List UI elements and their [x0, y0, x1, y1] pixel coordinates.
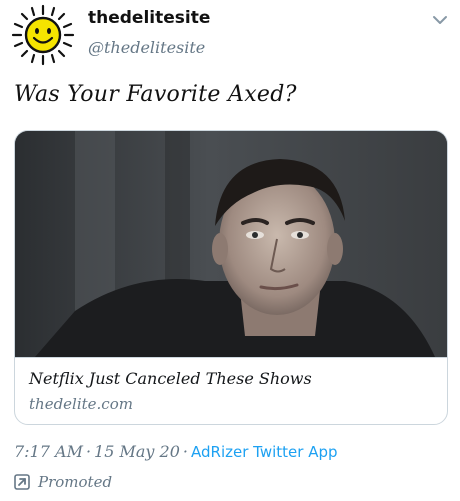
card-divider: [15, 357, 447, 358]
card-image[interactable]: [15, 131, 447, 357]
chevron-down-icon: [433, 16, 447, 24]
source-app-link[interactable]: AdRizer Twitter App: [191, 443, 338, 461]
promoted-indicator[interactable]: Promoted: [14, 472, 112, 492]
tweet[interactable]: thedelitesite @thedelitesite Was Your Fa…: [0, 0, 460, 501]
card-domain[interactable]: thedelite.com: [29, 395, 133, 413]
author-name[interactable]: thedelitesite: [88, 8, 210, 28]
author-handle[interactable]: @thedelitesite: [88, 38, 205, 57]
avatar[interactable]: [10, 4, 76, 66]
promoted-label: Promoted: [38, 473, 113, 491]
tweet-date[interactable]: 15 May 20: [94, 442, 180, 461]
smiling-sun-icon: [11, 4, 75, 66]
tweet-time[interactable]: 7:17 AM: [14, 442, 83, 461]
card-photo: [15, 131, 447, 357]
tweet-text: Was Your Favorite Axed?: [14, 82, 297, 107]
tweet-meta: 7:17 AM · 15 May 20 · AdRizer Twitter App: [14, 442, 338, 461]
link-card[interactable]: Netflix Just Canceled These Shows thedel…: [14, 130, 448, 425]
promoted-arrow-icon: [14, 474, 30, 490]
tweet-menu-button[interactable]: [430, 12, 450, 26]
card-title[interactable]: Netflix Just Canceled These Shows: [29, 369, 312, 388]
meta-separator: ·: [85, 442, 92, 461]
meta-separator: ·: [182, 442, 188, 461]
